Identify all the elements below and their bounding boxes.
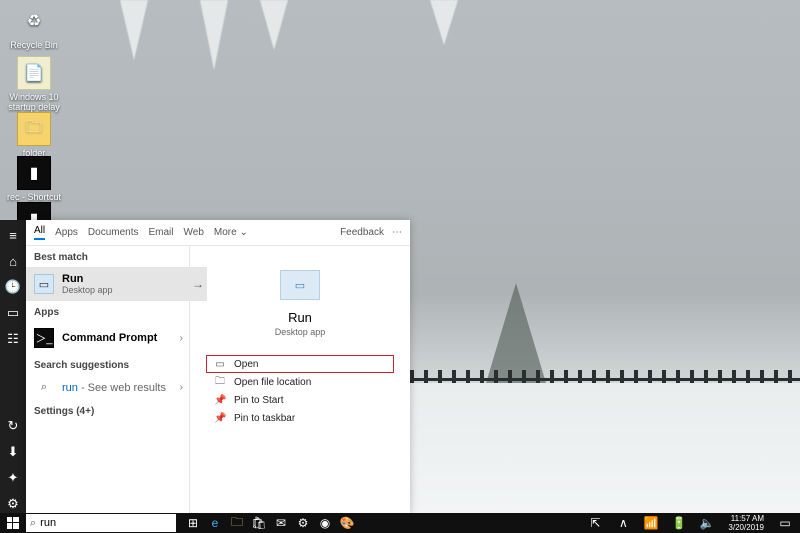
result-expand-arrow[interactable]: → (189, 267, 207, 301)
action-label: Open (234, 359, 258, 370)
result-title: Command Prompt (62, 332, 157, 344)
recycle-bin-icon: ♻ (17, 4, 51, 38)
store-icon[interactable]: 🛍 (248, 513, 270, 533)
action-open-file-location[interactable]: 🗀 Open file location (206, 373, 394, 391)
tab-web[interactable]: Web (184, 227, 204, 238)
action-open[interactable]: ▭ Open (206, 355, 394, 373)
windows-logo-icon (7, 517, 19, 529)
action-label: Open file location (234, 377, 311, 388)
search-detail-pane: ▭ Run Desktop app ▭ Open 🗀 Open file loc… (190, 246, 410, 513)
tray-icon[interactable]: ⇱ (584, 513, 606, 533)
detail-title: Run (288, 310, 312, 325)
rail-home-icon[interactable]: ⌂ (4, 252, 22, 270)
section-best-match: Best match (26, 246, 189, 267)
clock-date: 3/20/2019 (728, 523, 764, 532)
start-button[interactable] (0, 513, 26, 533)
desktop-icon-shortcut[interactable]: ▮ rec - Shortcut (4, 156, 64, 202)
desktop-icon-label: Recycle Bin (4, 40, 64, 50)
system-tray: ⇱ ∧ 📶 🔋 🔈 11:57 AM 3/20/2019 ▭ (584, 513, 800, 533)
open-icon: ▭ (214, 359, 226, 370)
start-search-panel: All Apps Documents Email Web More ⌄ Feed… (26, 220, 410, 513)
rail-reload-icon[interactable]: ↻ (4, 417, 22, 435)
clock-time: 11:57 AM (728, 514, 764, 523)
result-command-prompt[interactable]: ＞_ Command Prompt › (26, 322, 189, 354)
feedback-link[interactable]: Feedback (340, 227, 384, 238)
section-settings[interactable]: Settings (4+) (26, 400, 189, 421)
bg-decor (200, 0, 228, 70)
action-pin-to-taskbar[interactable]: 📌 Pin to taskbar (206, 409, 394, 427)
desktop-icon-note[interactable]: 📄 Windows 10 startup delay (4, 56, 64, 112)
note-icon: 📄 (17, 56, 51, 90)
tab-apps[interactable]: Apps (55, 227, 78, 238)
mail-icon[interactable]: ✉ (270, 513, 292, 533)
file-explorer-icon[interactable]: 🗀 (226, 513, 248, 533)
rail-item-icon[interactable]: ☷ (4, 330, 22, 348)
bg-decor (120, 0, 148, 60)
folder-icon: 🗀 (214, 374, 226, 391)
taskbar-search-input[interactable] (40, 517, 172, 529)
result-web-suggestion[interactable]: ⌕ run - See web results › (26, 375, 189, 400)
battery-icon[interactable]: 🔋 (668, 513, 690, 533)
result-title: Run (62, 273, 113, 285)
tab-documents[interactable]: Documents (88, 227, 139, 238)
pin-icon: 📌 (214, 395, 226, 406)
rail-download-icon[interactable]: ⬇ (4, 443, 22, 461)
desktop-icon-folder[interactable]: 🗀 folder (4, 112, 64, 158)
taskbar-clock[interactable]: 11:57 AM 3/20/2019 (724, 514, 768, 532)
action-label: Pin to Start (234, 395, 283, 406)
desktop-icon-label: rec - Shortcut (4, 192, 64, 202)
taskbar-search-box[interactable]: ⌕ (26, 514, 176, 532)
search-filter-tabs: All Apps Documents Email Web More ⌄ Feed… (26, 220, 410, 246)
desktop-icon-recycle-bin[interactable]: ♻ Recycle Bin (4, 4, 64, 50)
result-subtitle: Desktop app (62, 285, 113, 295)
more-options-icon[interactable]: ⋯ (392, 227, 402, 238)
edge-icon[interactable]: e (204, 513, 226, 533)
tab-more[interactable]: More ⌄ (214, 227, 248, 238)
bg-decor (430, 0, 458, 45)
network-icon[interactable]: 📶 (640, 513, 662, 533)
section-apps: Apps (26, 301, 189, 322)
folder-icon: 🗀 (17, 112, 51, 146)
chrome-icon[interactable]: ◉ (314, 513, 336, 533)
detail-subtitle: Desktop app (275, 327, 326, 337)
rail-recent-icon[interactable]: 🕒 (4, 278, 22, 296)
action-center-icon[interactable]: ▭ (774, 513, 796, 533)
action-pin-to-start[interactable]: 📌 Pin to Start (206, 391, 394, 409)
desktop-icon-label: Windows 10 startup delay (4, 92, 64, 112)
search-icon: ⌕ (34, 381, 54, 394)
tab-email[interactable]: Email (149, 227, 174, 238)
cmd-icon: ＞_ (34, 328, 54, 348)
pin-icon: 📌 (214, 413, 226, 424)
rail-item-icon[interactable]: ▭ (4, 304, 22, 322)
chevron-down-icon: ⌄ (239, 227, 247, 238)
result-run[interactable]: ▭ Run Desktop app → (26, 267, 189, 301)
action-label: Pin to taskbar (234, 413, 295, 424)
desktop: ♻ Recycle Bin 📄 Windows 10 startup delay… (0, 0, 800, 533)
settings-icon[interactable]: ⚙ (292, 513, 314, 533)
cmd-icon: ▮ (17, 156, 51, 190)
rail-menu-icon[interactable]: ≡ (4, 226, 22, 244)
search-results-left: Best match ▭ Run Desktop app → Apps ＞_ C… (26, 246, 190, 513)
tray-overflow-icon[interactable]: ∧ (612, 513, 634, 533)
bg-decor (260, 0, 288, 50)
tab-all[interactable]: All (34, 225, 45, 240)
search-icon: ⌕ (30, 517, 36, 530)
task-view-button[interactable]: ⊞ (182, 513, 204, 533)
start-left-rail: ≡ ⌂ 🕒 ▭ ☷ ↻ ⬇ ✦ ⚙ (0, 220, 26, 513)
run-app-icon: ▭ (34, 274, 54, 294)
section-suggestions: Search suggestions (26, 354, 189, 375)
taskbar: ⌕ ⊞ e 🗀 🛍 ✉ ⚙ ◉ 🎨 ⇱ ∧ 📶 🔋 🔈 11:57 AM 3/2… (0, 513, 800, 533)
volume-icon[interactable]: 🔈 (696, 513, 718, 533)
chevron-right-icon: › (180, 333, 183, 344)
rail-star-icon[interactable]: ✦ (4, 469, 22, 487)
chevron-right-icon: › (180, 382, 183, 393)
run-app-icon: ▭ (280, 270, 320, 300)
rail-settings-icon[interactable]: ⚙ (4, 495, 22, 513)
paint-icon[interactable]: 🎨 (336, 513, 358, 533)
